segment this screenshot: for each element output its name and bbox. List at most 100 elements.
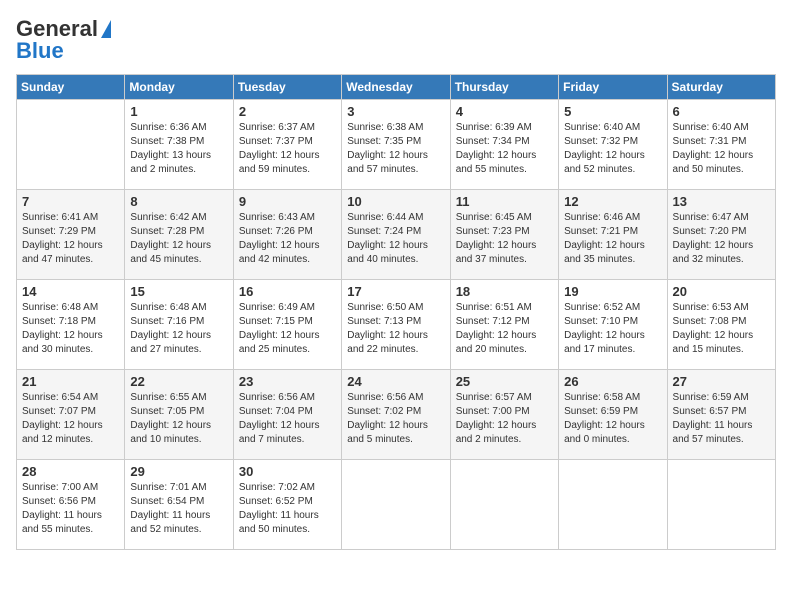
- calendar-table: SundayMondayTuesdayWednesdayThursdayFrid…: [16, 74, 776, 550]
- calendar-cell: 28 Sunrise: 7:00 AM Sunset: 6:56 PM Dayli…: [17, 460, 125, 550]
- calendar-cell: 22 Sunrise: 6:55 AM Sunset: 7:05 PM Dayli…: [125, 370, 233, 460]
- calendar-cell: 6 Sunrise: 6:40 AM Sunset: 7:31 PM Daylig…: [667, 100, 775, 190]
- calendar-cell: [667, 460, 775, 550]
- day-info: Sunrise: 6:41 AM Sunset: 7:29 PM Dayligh…: [22, 211, 119, 267]
- day-info: Sunrise: 6:52 AM Sunset: 7:10 PM Dayligh…: [564, 301, 661, 357]
- calendar-cell: 8 Sunrise: 6:42 AM Sunset: 7:28 PM Daylig…: [125, 190, 233, 280]
- day-number: 28: [22, 464, 119, 479]
- calendar-cell: 30Sunrise: 7:02 AM Sunset: 6:52 PM Dayli…: [233, 460, 341, 550]
- col-header-saturday: Saturday: [667, 75, 775, 100]
- day-number: 22: [130, 374, 227, 389]
- day-info: Sunrise: 6:40 AM Sunset: 7:31 PM Dayligh…: [673, 121, 770, 177]
- calendar-cell: 1 Sunrise: 6:36 AM Sunset: 7:38 PM Daylig…: [125, 100, 233, 190]
- day-number: 2: [239, 104, 336, 119]
- calendar-cell: 11 Sunrise: 6:45 AM Sunset: 7:23 PM Dayli…: [450, 190, 558, 280]
- calendar-cell: 26 Sunrise: 6:58 AM Sunset: 6:59 PM Dayli…: [559, 370, 667, 460]
- day-info: Sunrise: 7:01 AM Sunset: 6:54 PM Dayligh…: [130, 481, 227, 537]
- day-number: 26: [564, 374, 661, 389]
- calendar-cell: 13 Sunrise: 6:47 AM Sunset: 7:20 PM Dayli…: [667, 190, 775, 280]
- day-info: Sunrise: 6:36 AM Sunset: 7:38 PM Dayligh…: [130, 121, 227, 177]
- day-number: 29: [130, 464, 227, 479]
- day-number: 15: [130, 284, 227, 299]
- day-number: 3: [347, 104, 444, 119]
- col-header-thursday: Thursday: [450, 75, 558, 100]
- day-info: Sunrise: 7:02 AM Sunset: 6:52 PM Dayligh…: [239, 481, 336, 537]
- day-info: Sunrise: 6:58 AM Sunset: 6:59 PM Dayligh…: [564, 391, 661, 447]
- day-info: Sunrise: 6:57 AM Sunset: 7:00 PM Dayligh…: [456, 391, 553, 447]
- day-number: 4: [456, 104, 553, 119]
- day-number: 14: [22, 284, 119, 299]
- day-number: 11: [456, 194, 553, 209]
- calendar-cell: 3 Sunrise: 6:38 AM Sunset: 7:35 PM Daylig…: [342, 100, 450, 190]
- calendar-cell: 9 Sunrise: 6:43 AM Sunset: 7:26 PM Daylig…: [233, 190, 341, 280]
- day-number: 17: [347, 284, 444, 299]
- day-info: Sunrise: 6:40 AM Sunset: 7:32 PM Dayligh…: [564, 121, 661, 177]
- day-info: Sunrise: 6:39 AM Sunset: 7:34 PM Dayligh…: [456, 121, 553, 177]
- calendar-cell: 17 Sunrise: 6:50 AM Sunset: 7:13 PM Dayli…: [342, 280, 450, 370]
- day-number: 9: [239, 194, 336, 209]
- day-number: 7: [22, 194, 119, 209]
- day-number: 6: [673, 104, 770, 119]
- calendar-cell: 25 Sunrise: 6:57 AM Sunset: 7:00 PM Dayli…: [450, 370, 558, 460]
- page-header: General Blue: [16, 16, 776, 64]
- day-info: Sunrise: 7:00 AM Sunset: 6:56 PM Dayligh…: [22, 481, 119, 537]
- day-number: 25: [456, 374, 553, 389]
- calendar-cell: 19 Sunrise: 6:52 AM Sunset: 7:10 PM Dayli…: [559, 280, 667, 370]
- calendar-cell: 18 Sunrise: 6:51 AM Sunset: 7:12 PM Dayli…: [450, 280, 558, 370]
- calendar-cell: 29 Sunrise: 7:01 AM Sunset: 6:54 PM Dayli…: [125, 460, 233, 550]
- calendar-cell: 27 Sunrise: 6:59 AM Sunset: 6:57 PM Dayli…: [667, 370, 775, 460]
- calendar-cell: 20Sunrise: 6:53 AM Sunset: 7:08 PM Dayli…: [667, 280, 775, 370]
- col-header-friday: Friday: [559, 75, 667, 100]
- day-info: Sunrise: 6:55 AM Sunset: 7:05 PM Dayligh…: [130, 391, 227, 447]
- logo-blue: Blue: [16, 38, 64, 64]
- calendar-cell: 24 Sunrise: 6:56 AM Sunset: 7:02 PM Dayli…: [342, 370, 450, 460]
- calendar-cell: 4 Sunrise: 6:39 AM Sunset: 7:34 PM Daylig…: [450, 100, 558, 190]
- calendar-cell: [559, 460, 667, 550]
- day-number: 20: [673, 284, 770, 299]
- day-info: Sunrise: 6:54 AM Sunset: 7:07 PM Dayligh…: [22, 391, 119, 447]
- col-header-sunday: Sunday: [17, 75, 125, 100]
- day-info: Sunrise: 6:44 AM Sunset: 7:24 PM Dayligh…: [347, 211, 444, 267]
- calendar-cell: 14 Sunrise: 6:48 AM Sunset: 7:18 PM Dayli…: [17, 280, 125, 370]
- day-info: Sunrise: 6:43 AM Sunset: 7:26 PM Dayligh…: [239, 211, 336, 267]
- calendar-cell: 15Sunrise: 6:48 AM Sunset: 7:16 PM Dayli…: [125, 280, 233, 370]
- day-number: 19: [564, 284, 661, 299]
- day-info: Sunrise: 6:50 AM Sunset: 7:13 PM Dayligh…: [347, 301, 444, 357]
- day-info: Sunrise: 6:51 AM Sunset: 7:12 PM Dayligh…: [456, 301, 553, 357]
- calendar-cell: [450, 460, 558, 550]
- day-info: Sunrise: 6:46 AM Sunset: 7:21 PM Dayligh…: [564, 211, 661, 267]
- day-info: Sunrise: 6:49 AM Sunset: 7:15 PM Dayligh…: [239, 301, 336, 357]
- day-number: 18: [456, 284, 553, 299]
- day-number: 5: [564, 104, 661, 119]
- day-info: Sunrise: 6:42 AM Sunset: 7:28 PM Dayligh…: [130, 211, 227, 267]
- day-number: 10: [347, 194, 444, 209]
- day-number: 13: [673, 194, 770, 209]
- day-info: Sunrise: 6:56 AM Sunset: 7:04 PM Dayligh…: [239, 391, 336, 447]
- day-info: Sunrise: 6:59 AM Sunset: 6:57 PM Dayligh…: [673, 391, 770, 447]
- day-info: Sunrise: 6:56 AM Sunset: 7:02 PM Dayligh…: [347, 391, 444, 447]
- logo-arrow-icon: [101, 20, 111, 38]
- day-number: 8: [130, 194, 227, 209]
- col-header-monday: Monday: [125, 75, 233, 100]
- calendar-cell: [17, 100, 125, 190]
- day-info: Sunrise: 6:38 AM Sunset: 7:35 PM Dayligh…: [347, 121, 444, 177]
- col-header-tuesday: Tuesday: [233, 75, 341, 100]
- calendar-cell: 21Sunrise: 6:54 AM Sunset: 7:07 PM Dayli…: [17, 370, 125, 460]
- day-number: 12: [564, 194, 661, 209]
- day-number: 16: [239, 284, 336, 299]
- day-info: Sunrise: 6:48 AM Sunset: 7:18 PM Dayligh…: [22, 301, 119, 357]
- logo: General Blue: [16, 16, 111, 64]
- calendar-cell: 10 Sunrise: 6:44 AM Sunset: 7:24 PM Dayli…: [342, 190, 450, 280]
- calendar-cell: 5 Sunrise: 6:40 AM Sunset: 7:32 PM Daylig…: [559, 100, 667, 190]
- day-info: Sunrise: 6:37 AM Sunset: 7:37 PM Dayligh…: [239, 121, 336, 177]
- day-number: 24: [347, 374, 444, 389]
- day-number: 27: [673, 374, 770, 389]
- calendar-cell: 12 Sunrise: 6:46 AM Sunset: 7:21 PM Dayli…: [559, 190, 667, 280]
- day-number: 23: [239, 374, 336, 389]
- col-header-wednesday: Wednesday: [342, 75, 450, 100]
- day-info: Sunrise: 6:47 AM Sunset: 7:20 PM Dayligh…: [673, 211, 770, 267]
- calendar-cell: 7 Sunrise: 6:41 AM Sunset: 7:29 PM Daylig…: [17, 190, 125, 280]
- calendar-cell: 23 Sunrise: 6:56 AM Sunset: 7:04 PM Dayli…: [233, 370, 341, 460]
- day-number: 1: [130, 104, 227, 119]
- day-info: Sunrise: 6:45 AM Sunset: 7:23 PM Dayligh…: [456, 211, 553, 267]
